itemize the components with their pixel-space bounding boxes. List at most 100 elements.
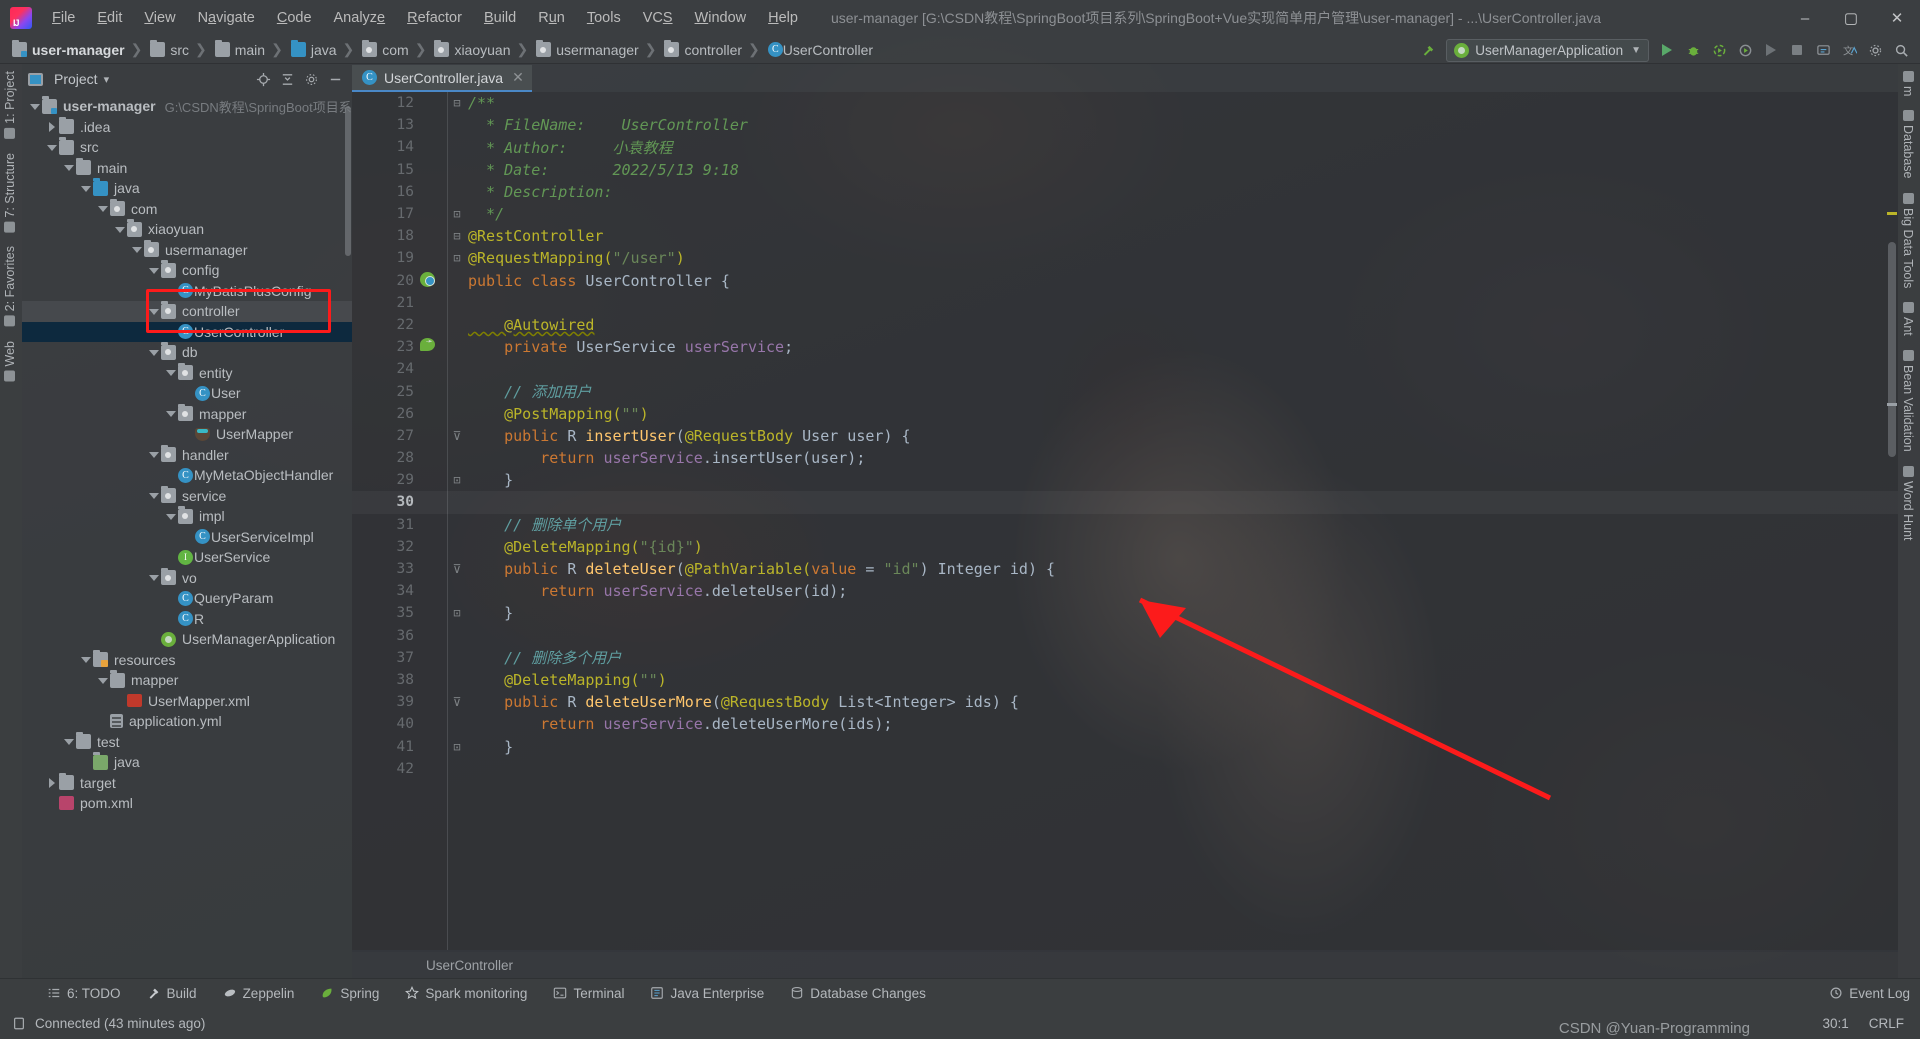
code-line[interactable]: 28 return userService.insertUser(user);	[352, 447, 1898, 469]
rail-item-database[interactable]: Database	[1898, 103, 1918, 186]
code-line[interactable]: 33 ⊽ public R deleteUser(@PathVariable(va…	[352, 558, 1898, 580]
update-project-button[interactable]	[1810, 38, 1836, 62]
tree-node-r[interactable]: CR	[22, 609, 352, 630]
chevron-down-icon[interactable]	[164, 366, 177, 379]
editor-scrollbar-thumb[interactable]	[1888, 242, 1896, 457]
breadcrumb-item-xiaoyuan[interactable]: xiaoyuan	[430, 39, 512, 60]
code-folding-marker[interactable]: ⊽	[451, 429, 463, 443]
minimize-button[interactable]: –	[1782, 0, 1828, 36]
settings-gear-icon[interactable]	[1862, 38, 1888, 62]
code-folding-marker[interactable]: ⊡	[451, 740, 463, 754]
code-folding-marker[interactable]: ⊡	[451, 473, 463, 487]
line-separator-label[interactable]: CRLF	[1869, 1016, 1904, 1031]
rail-item-1-project[interactable]: 1: Project	[0, 64, 20, 146]
menu-item-file[interactable]: File	[41, 0, 86, 36]
tree-node-controller[interactable]: controller	[22, 301, 352, 322]
chevron-down-icon[interactable]	[147, 489, 160, 502]
breadcrumb-item-main[interactable]: main	[211, 39, 267, 60]
spring-autowired-gutter-icon[interactable]	[420, 335, 438, 356]
code-editor[interactable]: 12 ⊟/** 13 * FileName: UserController 14 * …	[352, 92, 1898, 950]
tree-node-vo[interactable]: vo	[22, 567, 352, 589]
rail-item-big-data-tools[interactable]: Big Data Tools	[1898, 186, 1918, 295]
code-line[interactable]: 27 ⊽ public R insertUser(@RequestBody Use…	[352, 425, 1898, 447]
code-line[interactable]: 42	[352, 758, 1898, 780]
breadcrumb-item-com[interactable]: com	[358, 39, 410, 60]
spring-bean-gutter-icon[interactable]	[420, 271, 438, 290]
code-line[interactable]: 36	[352, 625, 1898, 647]
chevron-down-icon[interactable]	[164, 510, 177, 523]
tree-node-entity[interactable]: entity	[22, 362, 352, 384]
tree-node-test[interactable]: test	[22, 731, 352, 753]
tree-node-mymetaobjecthandler[interactable]: C MyMetaObjectHandler	[22, 465, 352, 486]
menu-item-view[interactable]: View	[133, 0, 186, 36]
tree-node-src[interactable]: src	[22, 137, 352, 158]
chevron-down-icon[interactable]	[147, 305, 160, 318]
code-folding-marker[interactable]: ⊟	[451, 229, 463, 243]
rail-item-ant[interactable]: Ant	[1898, 295, 1918, 343]
breadcrumb-item-src[interactable]: src	[146, 39, 191, 60]
tree-node-mybatisplusconfig[interactable]: C MyBatisPlusConfig	[22, 281, 352, 302]
menu-item-navigate[interactable]: Navigate	[187, 0, 266, 36]
code-line[interactable]: 19 ⊡ @RequestMapping("/user")	[352, 247, 1898, 269]
menu-item-window[interactable]: Window	[684, 0, 758, 36]
code-line[interactable]: 24	[352, 358, 1898, 380]
code-folding-marker[interactable]: ⊽	[451, 695, 463, 709]
rail-item-m[interactable]: m	[1898, 64, 1918, 103]
tree-node-userservice[interactable]: I UserService	[22, 547, 352, 568]
code-line[interactable]: 13 * FileName: UserController	[352, 114, 1898, 136]
chevron-down-icon[interactable]	[79, 182, 92, 195]
code-line[interactable]: 14 * Author: 小袁教程	[352, 136, 1898, 158]
code-line[interactable]: 18 ⊟ @RestController	[352, 225, 1898, 247]
code-folding-marker[interactable]: ⊡	[451, 251, 463, 265]
code-line[interactable]: 16 * Description:	[352, 181, 1898, 203]
chevron-down-icon[interactable]	[164, 407, 177, 420]
code-line[interactable]: 32 @DeleteMapping("{id}")	[352, 536, 1898, 558]
bottom-tool-spark-monitoring[interactable]: Spark monitoring	[392, 979, 540, 1008]
code-line[interactable]: 41 ⊡ }	[352, 735, 1898, 757]
bottom-tool-6-todo[interactable]: 6: TODO	[34, 979, 134, 1008]
tree-node-application-yml[interactable]: application.yml	[22, 711, 352, 732]
code-folding-marker[interactable]: ⊟	[451, 96, 463, 110]
code-line[interactable]: 31 // 删除单个用户	[352, 514, 1898, 536]
code-line[interactable]: 38 @DeleteMapping("")	[352, 669, 1898, 691]
project-settings-gear-icon[interactable]	[300, 68, 322, 90]
menu-item-code[interactable]: Code	[266, 0, 323, 36]
tree-node-main[interactable]: main	[22, 157, 352, 179]
menu-item-build[interactable]: Build	[473, 0, 527, 36]
search-everywhere-icon[interactable]	[1888, 38, 1914, 62]
close-button[interactable]: ✕	[1874, 0, 1920, 36]
tree-node-usermapper-xml[interactable]: UserMapper.xml	[22, 691, 352, 712]
profiler-button[interactable]	[1732, 38, 1758, 62]
editor-tab-usercontroller[interactable]: C UserController.java ✕	[352, 65, 532, 92]
code-line[interactable]: 12 ⊟ /**	[352, 92, 1898, 114]
tree-node-usercontroller[interactable]: C UserController	[22, 321, 352, 342]
tree-node-impl[interactable]: impl	[22, 506, 352, 527]
code-line[interactable]: 15 * Date: 2022/5/13 9:18	[352, 159, 1898, 181]
translate-button[interactable]: 文	[1836, 38, 1862, 62]
rail-item-word-hunt[interactable]: Word Hunt	[1898, 459, 1918, 548]
menu-item-refactor[interactable]: Refactor	[396, 0, 473, 36]
breadcrumb-item-controller[interactable]: controller	[660, 39, 744, 60]
tree-node-pom-xml[interactable]: pom.xml	[22, 793, 352, 814]
code-line[interactable]: 22 @Autowired	[352, 314, 1898, 336]
chevron-down-icon[interactable]	[147, 571, 160, 584]
editor-scrollbar[interactable]	[1885, 92, 1898, 950]
menu-item-analyze[interactable]: Analyze	[323, 0, 397, 36]
chevron-down-icon[interactable]	[45, 141, 58, 154]
menu-item-help[interactable]: Help	[757, 0, 809, 36]
stop-button[interactable]	[1784, 38, 1810, 62]
code-line[interactable]: 17 ⊡ */	[352, 203, 1898, 225]
code-line[interactable]: 29 ⊡ }	[352, 469, 1898, 491]
bottom-tool-build[interactable]: Build	[134, 979, 210, 1008]
chevron-down-icon[interactable]	[62, 735, 75, 748]
debug-button[interactable]	[1680, 38, 1706, 62]
tree-node-xiaoyuan[interactable]: xiaoyuan	[22, 219, 352, 240]
tree-node-user-manager[interactable]: user-manager G:\CSDN教程\SpringBoot项目系列	[22, 96, 352, 117]
tree-node-usermanager[interactable]: usermanager	[22, 239, 352, 261]
menu-item-vcs[interactable]: VCS	[632, 0, 684, 36]
tree-node-userserviceimpl[interactable]: C UserServiceImpl	[22, 527, 352, 548]
code-line[interactable]: 26 @PostMapping("")	[352, 403, 1898, 425]
chevron-right-icon[interactable]	[45, 776, 58, 789]
hide-panel-icon[interactable]	[324, 68, 346, 90]
tree-node-mapper[interactable]: mapper	[22, 403, 352, 425]
